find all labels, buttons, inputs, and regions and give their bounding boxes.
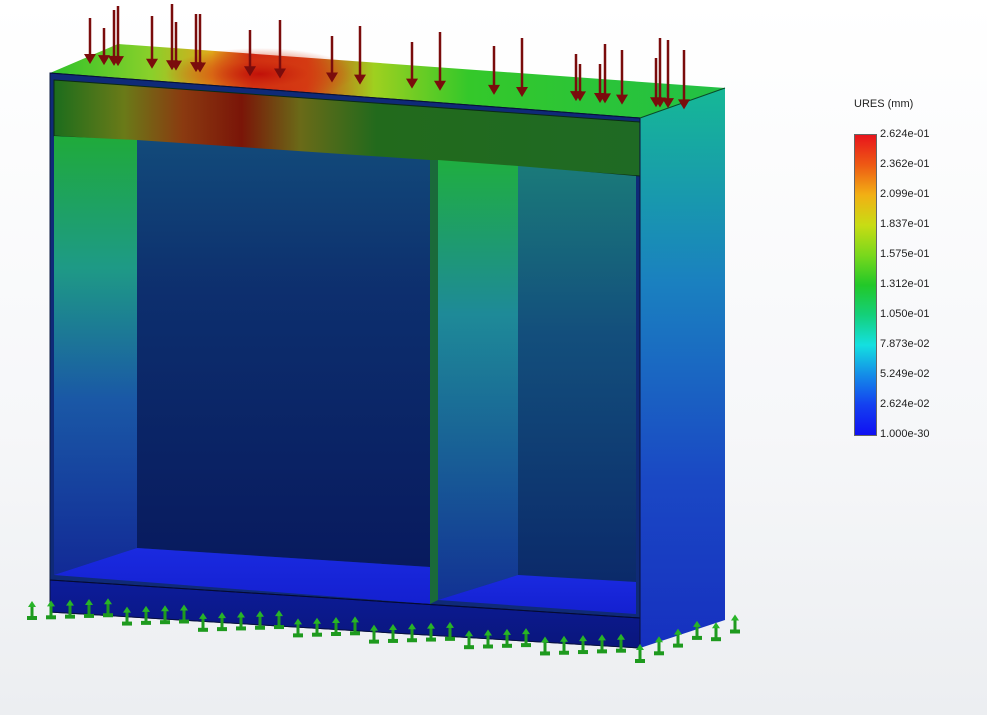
left-inner-side [54, 136, 137, 575]
middle-divider [430, 160, 438, 604]
fixture-pin-icon [730, 614, 740, 634]
legend-tick: 1.050e-01 [880, 308, 930, 320]
results-legend[interactable]: URES (mm) 2.624e-01 2.362e-01 2.099e-01 … [840, 96, 980, 456]
legend-title: URES (mm) [854, 98, 914, 110]
legend-tick: 5.249e-02 [880, 368, 930, 380]
legend-tick: 2.624e-01 [880, 128, 930, 140]
legend-tick: 1.312e-01 [880, 278, 930, 290]
legend-tick: 2.624e-02 [880, 398, 930, 410]
legend-tick: 1.575e-01 [880, 248, 930, 260]
legend-tick: 2.099e-01 [880, 188, 930, 200]
load-arrow-icon [434, 32, 446, 91]
legend-tick: 2.362e-01 [880, 158, 930, 170]
load-arrow-icon [616, 50, 628, 105]
back-panel-left [137, 140, 430, 567]
legend-color-bar [854, 134, 877, 436]
legend-tick: 7.873e-02 [880, 338, 930, 350]
legend-tick: 1.837e-01 [880, 218, 930, 230]
load-arrow-icon [516, 38, 528, 97]
cabinet-model[interactable] [49, 44, 726, 649]
right-side-face [640, 88, 725, 648]
load-arrow-icon [354, 26, 366, 85]
legend-tick: 1.000e-30 [880, 428, 930, 440]
back-panel-right [518, 166, 636, 582]
fixture-pin-icon [711, 622, 721, 642]
fea-viewport[interactable] [0, 0, 987, 715]
fixture-pin-icon [27, 601, 37, 620]
load-arrow-icon [146, 16, 158, 69]
load-arrow-icon [678, 50, 690, 110]
divider-face [438, 160, 518, 600]
load-arrow-icon [488, 46, 500, 95]
